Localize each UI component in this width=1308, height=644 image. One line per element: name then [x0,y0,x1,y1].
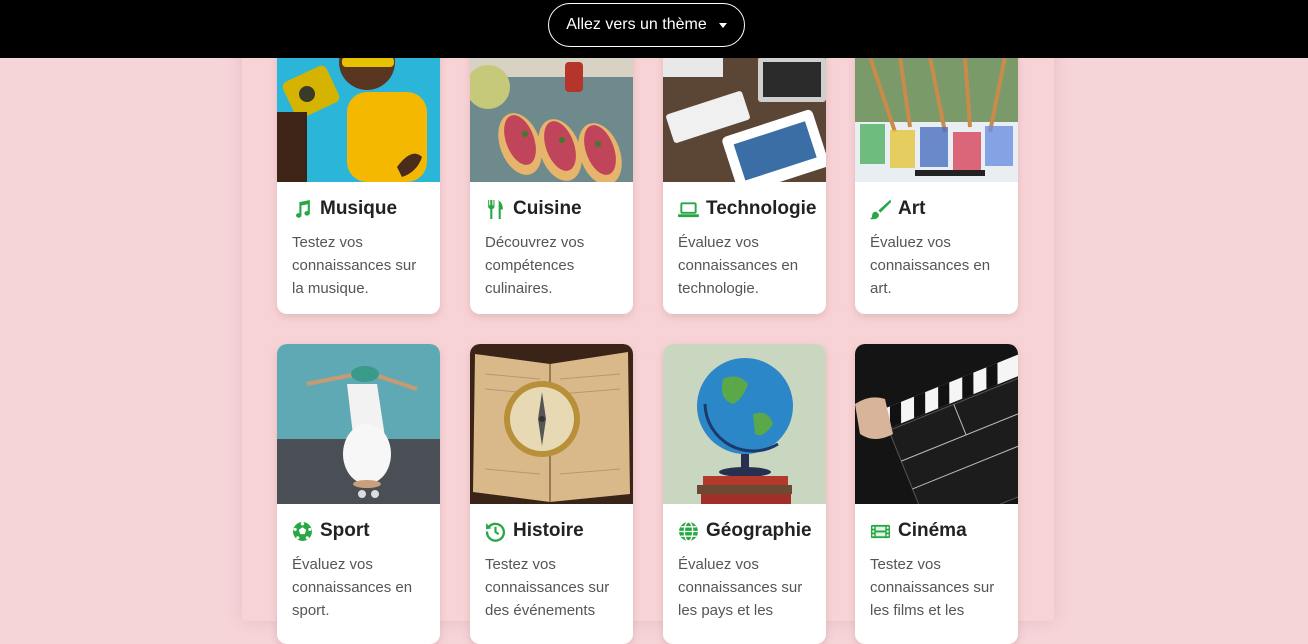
theme-description: Évaluez vos connaissances sur les pays e… [678,556,803,619]
theme-description: Évaluez vos connaissances en sport. [292,556,413,619]
theme-card-title: Cinéma [855,504,1018,542]
soccer-ball-icon [293,521,312,541]
skateboard-photo [277,344,440,504]
theme-title: Musique [320,198,398,219]
theme-title: Cinéma [898,520,967,541]
theme-description: Évaluez vos connaissances en technologie… [678,234,799,297]
compass-book-photo [470,344,633,504]
top-navbar: Allez vers un thème [0,0,1308,58]
theme-card-title: Technologie [663,182,826,220]
music-note-icon [295,199,310,218]
theme-title: Technologie [706,198,817,219]
theme-description: Testez vos connaissances sur la musique. [292,234,417,297]
theme-card-geographie[interactable]: Géographie Évaluez vos connaissances sur… [663,344,826,644]
theme-title: Géographie [706,520,812,541]
theme-card-title: Cuisine [470,182,633,220]
globe-icon [679,520,698,542]
clapperboard-photo [855,344,1018,504]
laptop-icon [678,201,699,217]
theme-title: Histoire [513,520,584,541]
theme-card-sport[interactable]: Sport Évaluez vos connaissances en sport… [277,344,440,644]
theme-title: Art [898,198,926,219]
caret-down-icon [718,22,727,28]
theme-title: Cuisine [513,198,582,219]
themes-panel: Musique Testez vos connaissances sur la … [242,0,1054,644]
utensils-icon [488,199,503,219]
theme-description: Découvrez vos compétences culinaires. [485,234,585,297]
theme-description: Testez vos connaissances sur des événeme… [485,556,610,619]
theme-card-title: Art [855,182,1018,220]
theme-card-title: Musique [277,182,440,220]
theme-dropdown-button[interactable]: Allez vers un thème [548,3,745,47]
theme-title: Sport [320,520,370,541]
theme-card-title: Sport [277,504,440,542]
theme-card-title: Géographie [663,504,826,542]
globe-photo [663,344,826,504]
film-icon [870,524,891,538]
theme-card-title: Histoire [470,504,633,542]
theme-card-histoire[interactable]: Histoire Testez vos connaissances sur de… [470,344,633,644]
theme-description: Évaluez vos connaissances en art. [870,234,991,297]
theme-dropdown-label: Allez vers un thème [566,16,707,33]
paintbrush-icon [870,199,891,219]
theme-card-cinema[interactable]: Cinéma Testez vos connaissances sur les … [855,344,1018,644]
history-icon [485,522,505,542]
theme-description: Testez vos connaissances sur les films e… [870,556,995,619]
